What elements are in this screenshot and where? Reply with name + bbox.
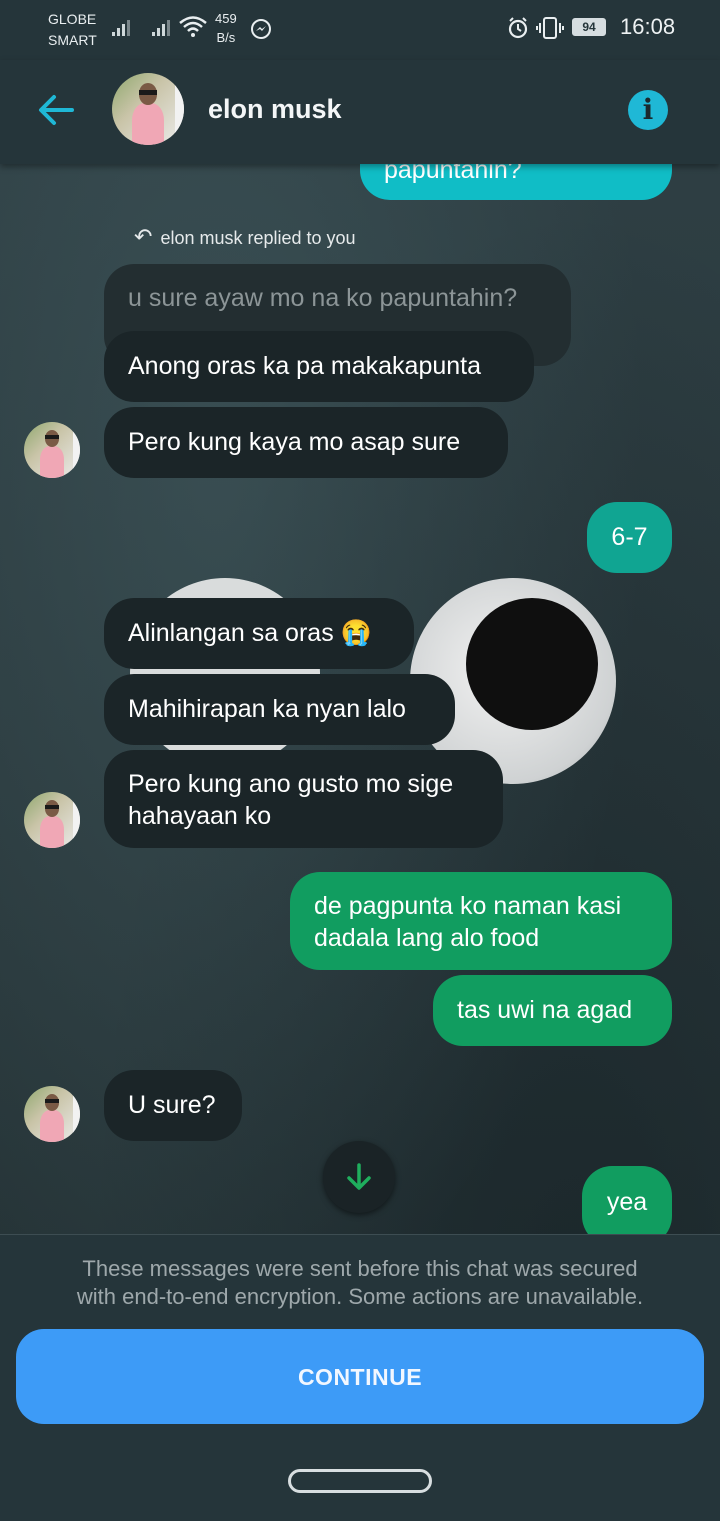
- notice-line: with end-to-end encryption. Some actions…: [76, 1284, 644, 1309]
- carrier-line-1: GLOBE: [48, 11, 97, 27]
- googly-eye-pupil-decoration: [466, 598, 598, 730]
- message-text: Mahihirapan ka nyan lalo: [128, 695, 406, 723]
- info-icon[interactable]: i: [628, 90, 668, 130]
- message-bubble-incoming[interactable]: Pero kung kaya mo asap sure: [104, 407, 508, 478]
- quoted-message-text: u sure ayaw mo na ko papuntahin?: [128, 284, 518, 312]
- message-bubble-incoming[interactable]: Anong oras ka pa makakapunta: [104, 331, 534, 402]
- message-bubble-incoming[interactable]: U sure?: [104, 1070, 242, 1141]
- sender-avatar[interactable]: [24, 422, 80, 478]
- sender-avatar[interactable]: [24, 1086, 80, 1142]
- back-arrow-icon[interactable]: [34, 88, 78, 132]
- message-bubble-incoming[interactable]: Alinlangan sa oras 😭: [104, 598, 414, 669]
- message-bubble-outgoing[interactable]: 6-7: [587, 502, 672, 573]
- encryption-notice: These messages were sent before this cha…: [30, 1255, 690, 1311]
- encryption-footer: These messages were sent before this cha…: [0, 1234, 720, 1521]
- message-text-line: Pero kung ano gusto mo sige: [128, 770, 454, 798]
- message-text: tas uwi na agad: [457, 996, 633, 1024]
- message-text: U sure?: [128, 1091, 216, 1119]
- signal-icon: [152, 18, 176, 36]
- message-bubble-outgoing[interactable]: yea: [582, 1166, 672, 1234]
- message-list[interactable]: papuntahin? ↶ elon musk replied to you u …: [0, 164, 720, 1234]
- message-text-line: dadala lang alo food: [314, 924, 540, 952]
- net-speed-value: 459: [215, 11, 237, 26]
- clock: 16:08: [620, 14, 676, 39]
- scroll-to-bottom-button[interactable]: [323, 1141, 395, 1213]
- message-bubble-incoming[interactable]: Mahihirapan ka nyan lalo: [104, 674, 455, 745]
- message-bubble-outgoing[interactable]: de pagpunta ko naman kasi dadala lang al…: [290, 872, 672, 970]
- messenger-icon: [251, 19, 271, 39]
- net-speed: 459 B/s: [215, 9, 237, 47]
- net-speed-unit: B/s: [216, 30, 236, 45]
- alarm-icon: [508, 17, 528, 39]
- message-text-line: de pagpunta ko naman kasi: [314, 892, 622, 920]
- reply-label: elon musk replied to you: [160, 228, 356, 248]
- notice-line: These messages were sent before this cha…: [82, 1256, 638, 1281]
- message-bubble-outgoing[interactable]: tas uwi na agad: [433, 975, 672, 1046]
- battery-icon: 94: [572, 18, 606, 36]
- continue-button[interactable]: CONTINUE: [16, 1329, 704, 1424]
- carrier-label: GLOBE SMART: [48, 9, 97, 51]
- status-bar: GLOBE SMART 459 B/s 94 16:08: [0, 0, 720, 60]
- message-text: Anong oras ka pa makakapunta: [128, 352, 482, 380]
- vibrate-icon: [536, 17, 564, 39]
- sender-avatar[interactable]: [24, 792, 80, 848]
- message-text: papuntahin?: [384, 164, 522, 184]
- message-text: 6-7: [611, 523, 648, 551]
- message-text: Pero kung kaya mo asap sure: [128, 428, 461, 456]
- message-text-line: hahayaan ko: [128, 802, 272, 830]
- message-text: Alinlangan sa oras 😭: [128, 619, 372, 647]
- signal-icon: [112, 18, 136, 36]
- carrier-line-2: SMART: [48, 32, 97, 48]
- message-bubble-incoming[interactable]: Pero kung ano gusto mo sige hahayaan ko: [104, 750, 503, 848]
- chat-header: elon musk i: [0, 60, 720, 164]
- contact-name[interactable]: elon musk: [208, 94, 342, 125]
- scroll-down-arrow-icon: [347, 1163, 371, 1190]
- contact-avatar[interactable]: [112, 73, 184, 145]
- reply-arrow-icon: ↶: [134, 224, 153, 249]
- message-bubble-outgoing[interactable]: papuntahin?: [360, 164, 672, 200]
- home-gesture-bar[interactable]: [288, 1469, 432, 1493]
- wifi-icon: [179, 16, 207, 37]
- reply-indicator: ↶ elon musk replied to you: [134, 224, 356, 250]
- message-text: yea: [606, 1188, 648, 1216]
